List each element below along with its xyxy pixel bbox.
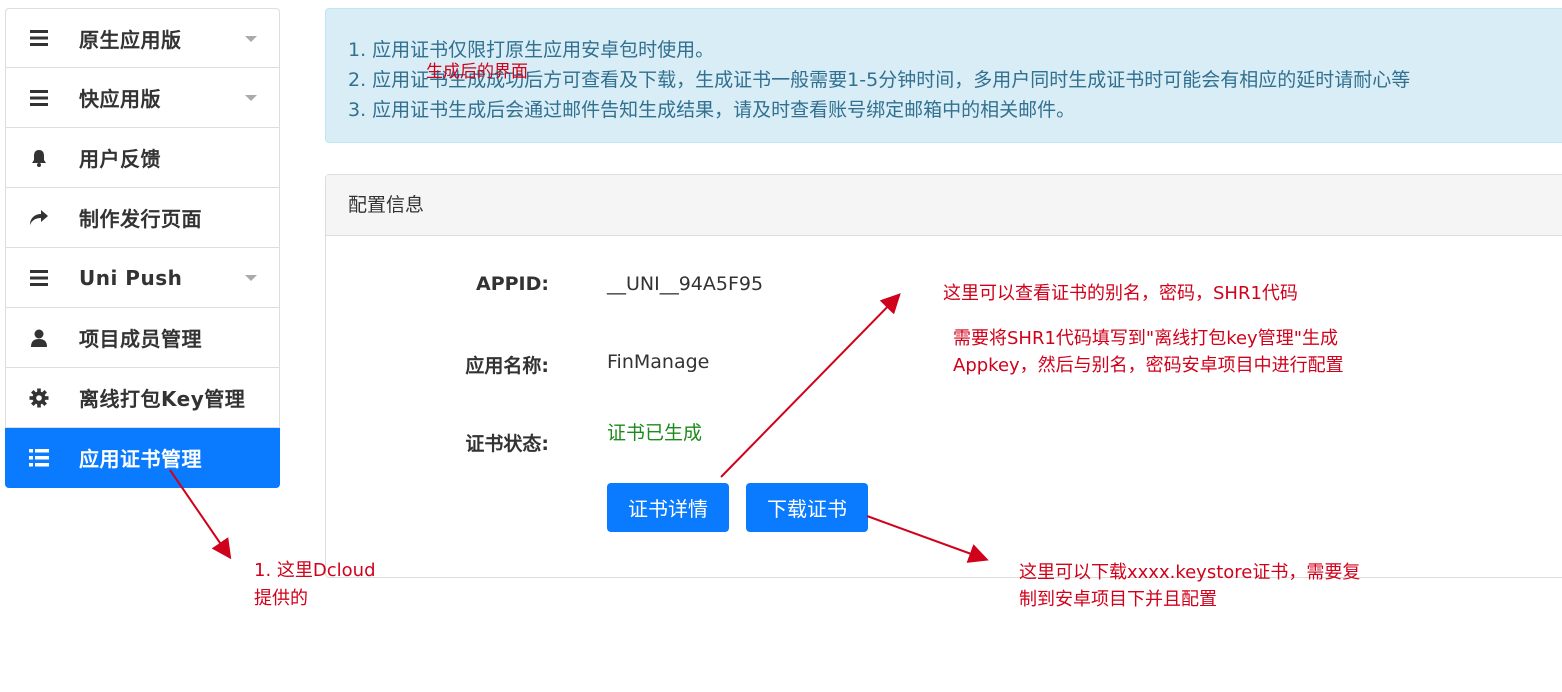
arrow-to-dcloud-note	[169, 469, 232, 560]
arrow-to-download-note	[866, 515, 989, 563]
arrow-to-view-cert-note	[720, 293, 901, 478]
annotation-arrows	[169, 293, 989, 563]
